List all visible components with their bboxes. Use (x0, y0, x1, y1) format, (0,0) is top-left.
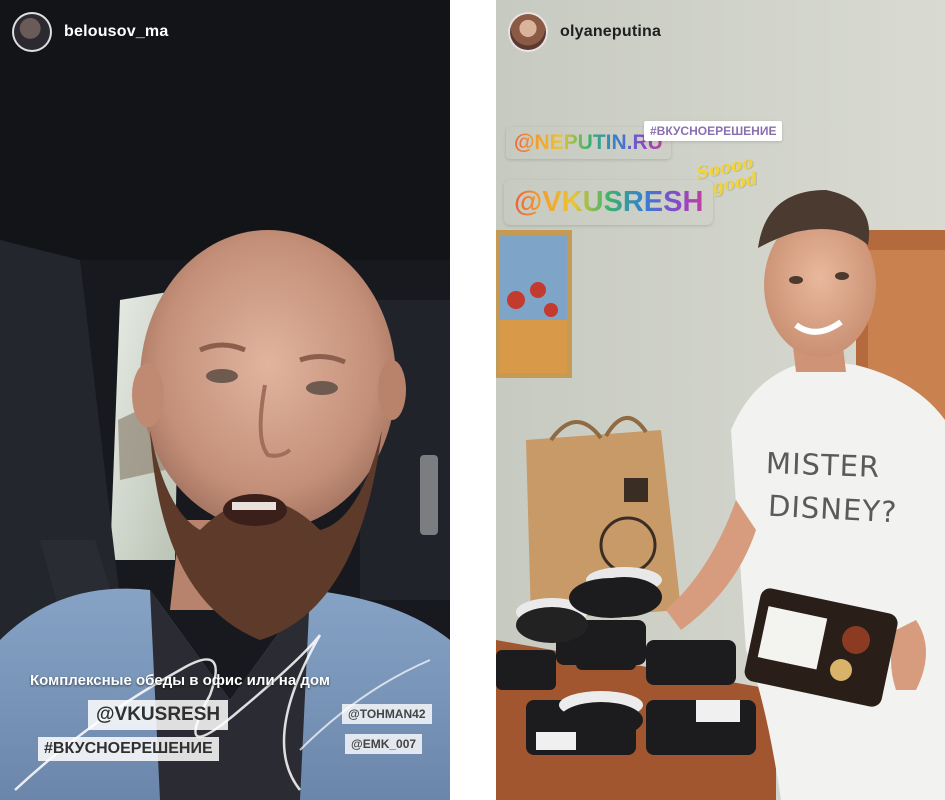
story-left[interactable]: belousov_ma Комплексные обеды в офис или… (0, 0, 450, 800)
mention-tag[interactable]: @VKUSRESH (88, 700, 229, 730)
mention-tag-vkusresh[interactable]: @VKUSRESH (504, 180, 713, 225)
avatar[interactable] (12, 12, 52, 52)
username[interactable]: belousov_ma (64, 23, 168, 41)
avatar[interactable] (508, 12, 548, 52)
right-story-photo (496, 0, 945, 800)
right-story-header[interactable]: olyaneputina (508, 12, 661, 52)
shirt-print-line-2: DISNEY? (767, 488, 899, 530)
mention-tag-tohman[interactable]: @TOHMAN42 (342, 704, 432, 724)
hashtag[interactable]: #ВКУСНОЕРЕШЕНИЕ (38, 737, 219, 761)
hashtag[interactable]: #ВКУСНОЕРЕШЕНИЕ (644, 121, 783, 141)
username[interactable]: olyaneputina (560, 23, 661, 41)
mention-tag-emk[interactable]: @EMK_007 (345, 734, 423, 754)
left-story-header[interactable]: belousov_ma (12, 12, 168, 52)
story-caption: Комплексные обеды в офис или на дом (30, 672, 330, 689)
story-right[interactable]: olyaneputina @NEPUTIN.RU #ВКУСНОЕРЕШЕНИЕ… (496, 0, 945, 800)
shirt-print-line-1: MISTER (765, 446, 881, 484)
